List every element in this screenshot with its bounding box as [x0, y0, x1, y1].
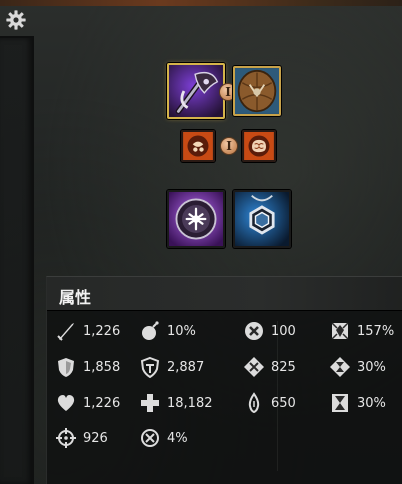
cross-icon: [139, 392, 161, 414]
swap-label-2: I: [226, 139, 232, 153]
stat-health: 18,182: [139, 392, 213, 414]
swap-label: I: [225, 85, 231, 99]
attributes-panel: 属性 1,226 1,858 1,226 926 10% 2,887 18,18…: [46, 276, 402, 484]
stat-value: 157%: [357, 323, 395, 339]
sigil-slot-2[interactable]: [242, 130, 276, 162]
stat-value: 825: [271, 359, 296, 375]
main-hand-weapon-slot[interactable]: [167, 63, 225, 119]
blue-amulet-icon: [235, 192, 289, 246]
stat-value: 4%: [167, 430, 188, 446]
top-frame-strip: [0, 0, 402, 6]
target-burst-icon: [139, 427, 161, 449]
stat-healing-power: 650: [243, 392, 296, 414]
hourglass-icon: [329, 392, 351, 414]
diamond-cross-icon: [243, 356, 265, 378]
flame-drop-icon: [243, 392, 265, 414]
heart-icon: [55, 392, 77, 414]
stat-critical: 4%: [139, 427, 188, 449]
orange-sigil-icon: [183, 132, 213, 160]
stat-value: 1,226: [83, 395, 121, 411]
weapon-swap-indicator-2[interactable]: I: [220, 137, 238, 155]
sword-icon: [55, 320, 77, 342]
condition-hourglass-icon: [329, 356, 351, 378]
stat-expertise: 30%: [329, 356, 386, 378]
stat-value: 100: [271, 323, 296, 339]
stat-agony: 100: [243, 320, 296, 342]
off-hand-shield-slot[interactable]: [233, 66, 281, 116]
rune-slot[interactable]: [167, 190, 225, 248]
amulet-slot[interactable]: [233, 190, 291, 248]
stat-toughness: 2,887: [139, 356, 204, 378]
stat-value: 30%: [357, 395, 386, 411]
settings-button[interactable]: [4, 8, 28, 32]
attributes-title: 属性: [59, 288, 92, 307]
stat-crit-chance: 10%: [139, 320, 196, 342]
sigil-slot-1[interactable]: [181, 130, 215, 162]
gear-icon: [6, 10, 26, 30]
stat-value: 30%: [357, 359, 386, 375]
stat-precision: 926: [55, 427, 108, 449]
stat-power: 1,226: [55, 320, 120, 342]
bomb-icon: [139, 320, 161, 342]
wooden-shield-icon: [235, 68, 279, 114]
side-panel: [0, 36, 34, 484]
stat-defense: 1,858: [55, 356, 120, 378]
stat-condition-damage: 825: [243, 356, 296, 378]
stat-value: 1,226: [83, 323, 121, 339]
orange-brain-sigil-icon: [244, 132, 274, 160]
stat-value: 18,182: [167, 395, 213, 411]
toughness-shield-icon: [139, 356, 161, 378]
stat-value: 650: [271, 395, 296, 411]
stat-ferocity: 157%: [329, 320, 394, 342]
stat-value: 1,858: [83, 359, 121, 375]
stat-value: 2,887: [167, 359, 205, 375]
stat-value: 10%: [167, 323, 196, 339]
boon-burst-icon: [329, 320, 351, 342]
purple-rune-icon: [169, 192, 223, 246]
purple-axe-icon: [169, 65, 223, 117]
stat-value: 926: [83, 430, 108, 446]
stat-concentration: 30%: [329, 392, 386, 414]
x-circle-icon: [243, 320, 265, 342]
shield-icon: [55, 356, 77, 378]
crosshair-icon: [55, 427, 77, 449]
attributes-header: 属性: [47, 277, 402, 311]
stat-vitality: 1,226: [55, 392, 120, 414]
